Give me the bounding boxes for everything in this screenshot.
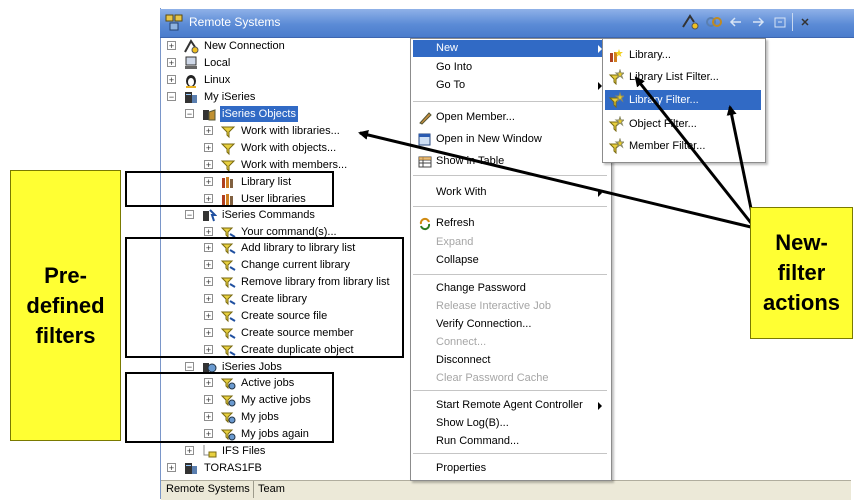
arrow-to-work-with-libraries <box>358 130 756 230</box>
callout-predefined-filters: Pre- defined filters <box>10 170 121 441</box>
arrow-to-library-list-filter <box>634 76 757 229</box>
callout-new-filter-actions: New- filter actions <box>750 207 853 339</box>
annotation-arrows <box>358 76 757 230</box>
callout-new-filter-text: New- filter actions <box>762 230 841 315</box>
callout-predefined-text: Pre- defined filters <box>26 262 105 348</box>
